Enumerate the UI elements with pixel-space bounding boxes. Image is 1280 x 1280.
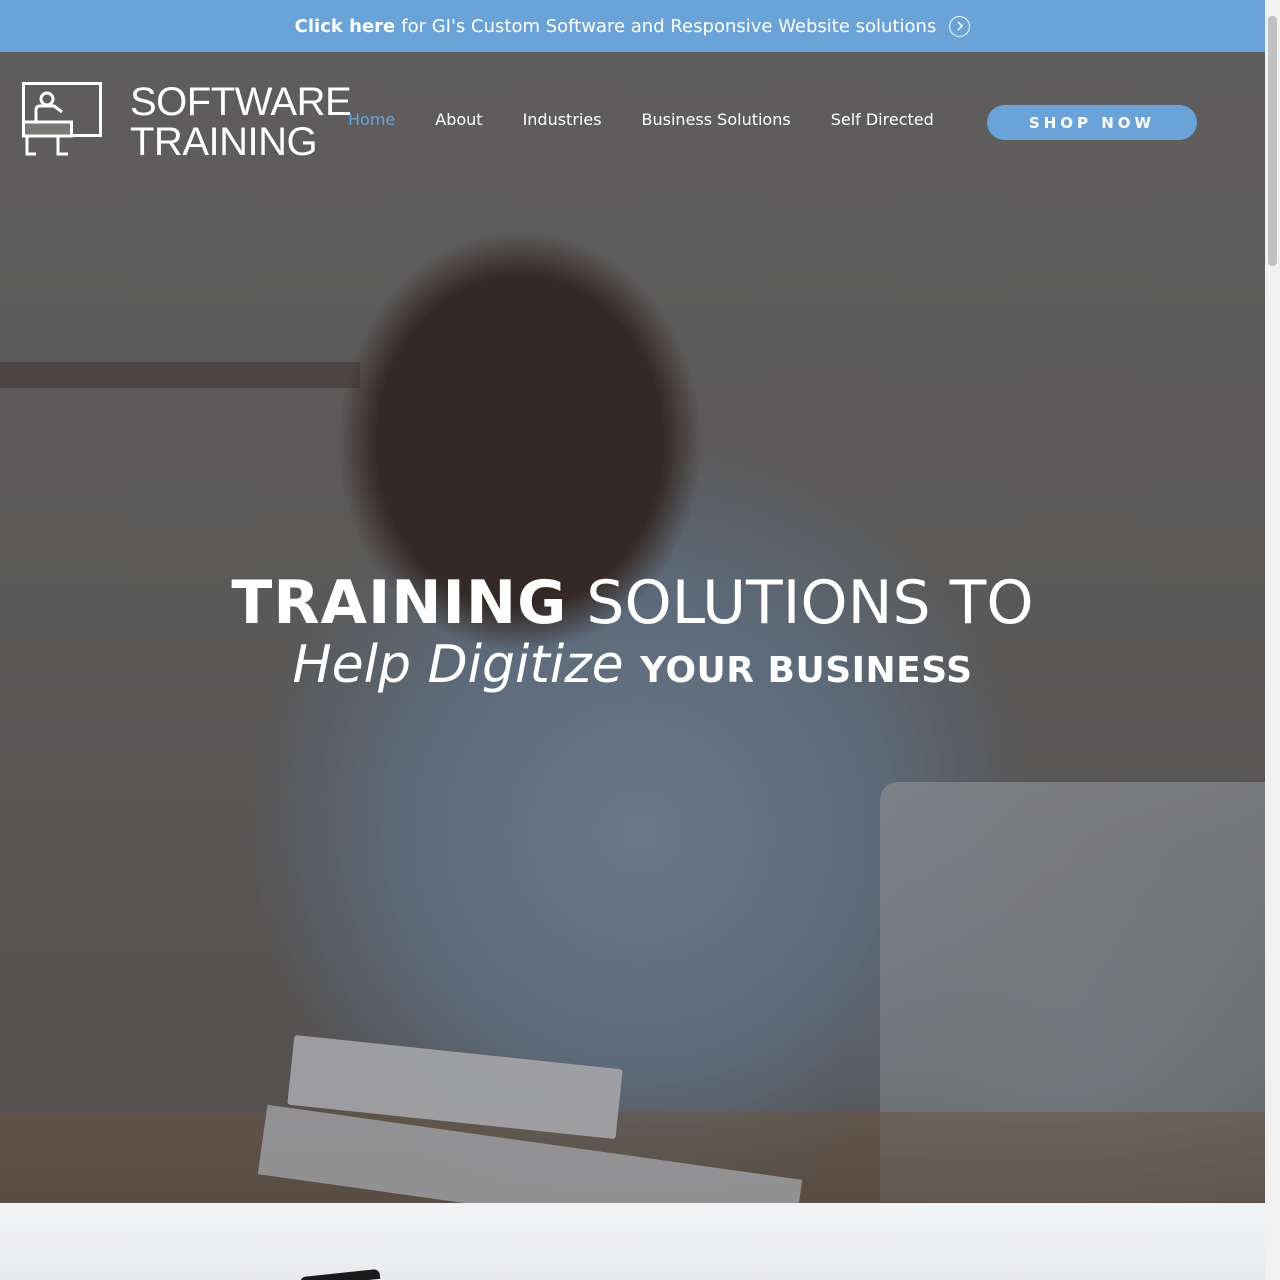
nav-item-industries[interactable]: Industries: [523, 110, 602, 129]
nav-item-home[interactable]: Home: [348, 110, 395, 129]
hero-headline: TRAINING SOLUTIONS TO Help Digitize YOUR…: [0, 570, 1265, 700]
nav-item-business-solutions[interactable]: Business Solutions: [642, 110, 791, 129]
shop-now-button[interactable]: SHOP NOW: [987, 105, 1197, 140]
headline-light: SOLUTIONS TO: [586, 568, 1034, 638]
announcement-text: for GI's Custom Software and Responsive …: [401, 15, 937, 37]
logo-text: SOFTWARE TRAINING: [130, 80, 352, 164]
nav-item-about[interactable]: About: [435, 110, 482, 129]
site-logo[interactable]: SOFTWARE TRAINING: [22, 80, 352, 164]
announcement-bar: Click here for GI's Custom Software and …: [0, 0, 1265, 52]
nav-item-self-directed[interactable]: Self Directed: [831, 110, 934, 129]
next-section: [0, 1203, 1265, 1280]
subline-italic: Help Digitize: [292, 635, 624, 695]
logo-line-2: TRAINING: [130, 120, 318, 164]
device-edge-image: [299, 1268, 381, 1280]
logo-line-1: SOFTWARE: [130, 80, 352, 124]
teacher-at-desk-icon: [22, 82, 102, 156]
headline-bold: TRAINING: [231, 568, 568, 638]
scrollbar-thumb[interactable]: [1268, 16, 1277, 266]
announcement-link[interactable]: Click here: [295, 16, 396, 37]
circle-chevron-right-icon[interactable]: [949, 15, 971, 37]
main-nav: Home About Industries Business Solutions…: [348, 110, 934, 129]
subline-bold: YOUR BUSINESS: [640, 650, 973, 691]
